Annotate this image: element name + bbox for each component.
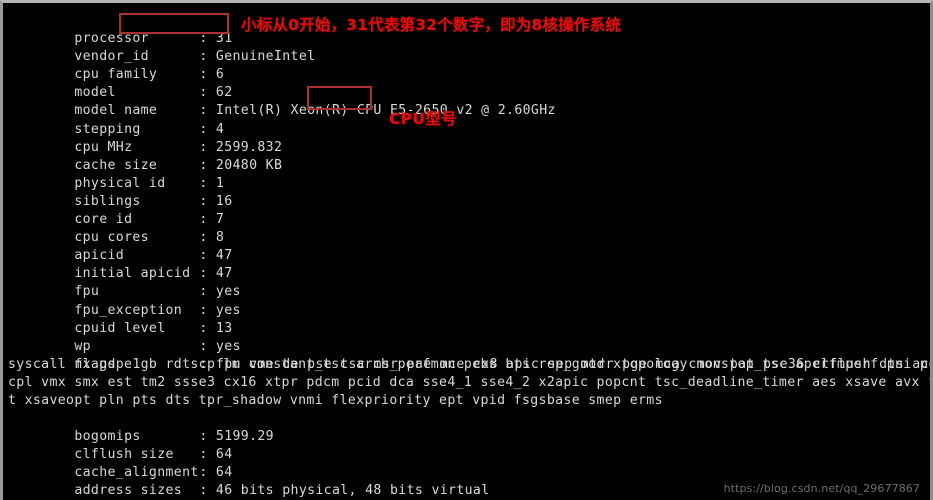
- cpuinfo-sep: :: [199, 465, 216, 481]
- cpuinfo-output: processor: 31 vendor_id: GenuineIntel cp…: [8, 12, 930, 500]
- cpuinfo-sep: :: [199, 447, 216, 463]
- cpuinfo-flags-line-3: cpl vmx smx est tm2 ssse3 cx16 xtpr pdcm…: [8, 374, 930, 390]
- cpuinfo-key: vendor_id: [74, 49, 149, 65]
- cpuinfo-value: 6: [215, 67, 225, 83]
- cpuinfo-sep: :: [199, 483, 216, 499]
- terminal-window: processor: 31 vendor_id: GenuineIntel cp…: [0, 0, 933, 500]
- cpuinfo-value: GenuineIntel: [215, 49, 316, 65]
- cpuinfo-sep: :: [199, 121, 216, 137]
- cpuinfo-value: 31: [215, 31, 233, 47]
- cpuinfo-value: 20480 KB: [215, 157, 283, 173]
- cpuinfo-key: cpuid level: [74, 320, 166, 336]
- cpuinfo-sep: :: [199, 175, 216, 191]
- watermark-url: https://blog.csdn.net/qq_29677867: [723, 482, 920, 495]
- cpuinfo-key: cpu MHz: [74, 139, 133, 155]
- cpuinfo-sep: :: [199, 320, 216, 336]
- cpuinfo-key: cache_alignment: [74, 465, 199, 481]
- cpuinfo-row-bogomips: bogomips: 5199.29: [8, 410, 930, 444]
- cpuinfo-key: stepping: [74, 121, 141, 137]
- cpuinfo-key: address sizes: [74, 483, 183, 499]
- cpuinfo-sep: :: [199, 157, 216, 173]
- cpuinfo-key: fpu_exception: [74, 302, 183, 318]
- cpuinfo-value: 1: [215, 175, 225, 191]
- cpuinfo-sep: :: [199, 230, 216, 246]
- cpuinfo-value: 8: [215, 230, 225, 246]
- cpuinfo-value: yes: [215, 302, 241, 318]
- cpuinfo-value: 62: [215, 85, 233, 101]
- cpuinfo-sep: :: [199, 248, 216, 264]
- cpuinfo-sep: :: [199, 49, 216, 65]
- terminal-screen[interactable]: processor: 31 vendor_id: GenuineIntel cp…: [3, 3, 930, 500]
- annotation-text-processor-note: 小标从0开始，31代表第32个数字，即为8核操作系统: [241, 16, 621, 34]
- cpuinfo-sep: :: [199, 85, 216, 101]
- cpuinfo-value: yes: [215, 338, 241, 354]
- cpuinfo-sep: :: [199, 284, 216, 300]
- cpuinfo-key: cpu family: [74, 67, 158, 83]
- cpuinfo-key: apicid: [74, 248, 125, 264]
- cpuinfo-sep: :: [199, 266, 216, 282]
- cpuinfo-key: cache size: [74, 157, 158, 173]
- cpuinfo-value: 47: [215, 266, 233, 282]
- cpuinfo-value: 47: [215, 248, 233, 264]
- cpuinfo-value: 5199.29: [215, 429, 274, 445]
- cpuinfo-flags-line-2: syscall nx pdpe1gb rdtscp lm constant_ts…: [8, 356, 930, 372]
- cpuinfo-sep: :: [199, 212, 216, 228]
- cpuinfo-sep: :: [199, 103, 216, 119]
- cpuinfo-sep: :: [199, 193, 216, 209]
- cpuinfo-key: siblings: [74, 193, 141, 209]
- cpuinfo-value: yes: [215, 284, 241, 300]
- cpuinfo-key: core id: [74, 212, 133, 228]
- cpuinfo-flags-line-4: t xsaveopt pln pts dts tpr_shadow vnmi f…: [8, 392, 663, 408]
- cpuinfo-key: model name: [74, 103, 158, 119]
- cpuinfo-sep: :: [199, 302, 216, 318]
- cpuinfo-key: processor: [74, 31, 149, 47]
- cpuinfo-sep: :: [199, 429, 216, 445]
- cpuinfo-sep: :: [199, 338, 216, 354]
- cpuinfo-sep: :: [199, 139, 216, 155]
- cpuinfo-value: 13: [215, 320, 233, 336]
- cpuinfo-value: 2599.832: [215, 139, 283, 155]
- cpuinfo-key: physical id: [74, 175, 166, 191]
- cpuinfo-value: Intel(R) Xeon(R) CPU E5-2650 v2 @ 2.60GH…: [215, 103, 556, 119]
- cpuinfo-key: fpu: [74, 284, 100, 300]
- cpuinfo-value: 64: [215, 465, 233, 481]
- cpuinfo-key: model: [74, 85, 116, 101]
- cpuinfo-value: 16: [215, 193, 233, 209]
- cpuinfo-key: cpu cores: [74, 230, 149, 246]
- cpuinfo-value: 46 bits physical, 48 bits virtual: [215, 483, 490, 499]
- cpuinfo-key: initial apicid: [74, 266, 191, 282]
- cpuinfo-key: clflush size: [74, 447, 174, 463]
- cpuinfo-value: 64: [215, 447, 233, 463]
- cpuinfo-value: 4: [215, 121, 225, 137]
- cpuinfo-value: 7: [215, 212, 225, 228]
- cpuinfo-key: bogomips: [74, 429, 141, 445]
- annotation-text-cpu-model: CPU型号: [389, 110, 457, 128]
- cpuinfo-sep: :: [199, 31, 216, 47]
- cpuinfo-sep: :: [199, 67, 216, 83]
- cpuinfo-key: wp: [74, 338, 91, 354]
